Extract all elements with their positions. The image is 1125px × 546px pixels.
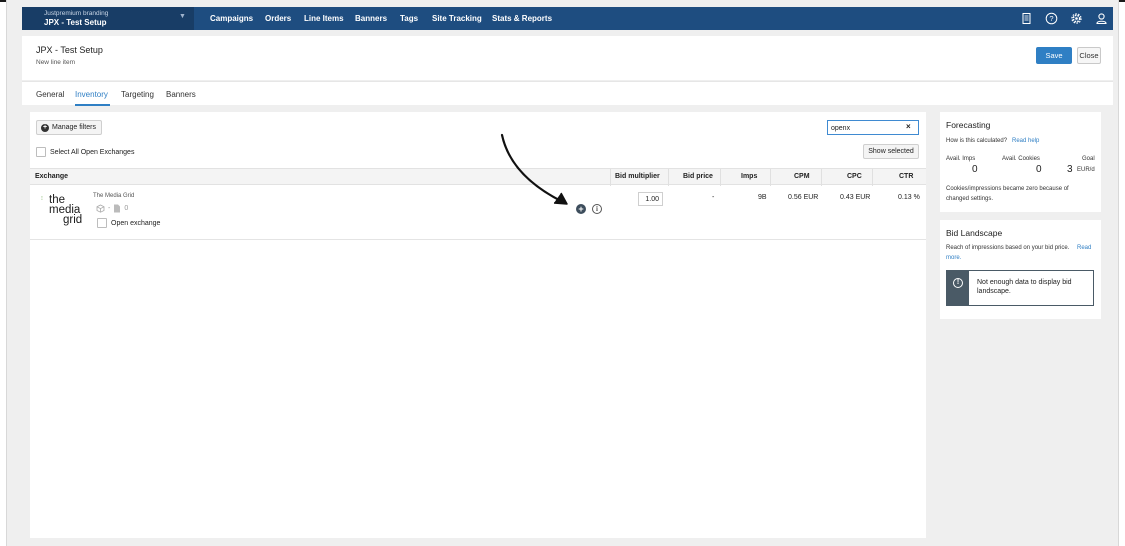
logo-text-3: grid [63,214,83,226]
inventory-panel: + Manage filters × Select All Open Excha… [30,112,926,538]
open-exchange-checkbox[interactable] [97,218,107,228]
svg-text:?: ? [1049,14,1053,23]
table-header: Exchange Bid multiplier Bid price Imps C… [30,168,926,186]
show-selected-button[interactable]: Show selected [863,144,919,159]
col-ctr[interactable]: CTR [899,173,913,180]
col-imps[interactable]: Imps [741,173,757,180]
info-icon: ! [953,278,963,288]
logo-dots: ⁝ [41,196,43,202]
nav-item-tags[interactable]: Tags [400,14,418,23]
forecast-note-1: Cookies/impressions became zero because … [946,186,1069,192]
exchange-name: The Media Grid [93,193,135,199]
active-tab-indicator [75,104,110,106]
bid-landscape-title: Bid Landscape [946,228,1003,238]
chevron-down-icon: ▼ [179,13,186,20]
col-bid-price[interactable]: Bid price [683,173,713,180]
cpc-value: 0.43 EUR [840,194,871,201]
tab-targeting[interactable]: Targeting [121,90,154,99]
page-title: JPX - Test Setup [36,45,103,55]
col-cpc[interactable]: CPC [847,173,862,180]
goal-value: 3 [1067,164,1073,175]
user-icon[interactable] [1095,12,1108,25]
search-box: × [827,120,919,135]
column-divider [821,169,822,186]
forecast-note-2: changed settings. [946,196,994,202]
cube-icon [96,204,105,213]
bid-landscape-card: Bid Landscape Reach of impressions based… [940,220,1101,319]
page-subtitle: New line item [36,59,76,66]
meta-count: 0 [124,205,129,212]
read-more-link-1[interactable]: Read [1077,245,1091,251]
tab-general[interactable]: General [36,90,64,99]
column-divider [668,169,669,186]
brand-subtitle: Justpremium branding [44,10,109,17]
goal-unit: EUR/d [1077,167,1095,173]
forecasting-title: Forecasting [946,120,991,130]
top-nav: Justpremium branding JPX - Test Setup ▼ … [22,7,1113,30]
avail-imps-value: 0 [972,164,978,175]
nav-item-campaigns[interactable]: Campaigns [210,14,253,23]
column-divider [610,169,611,186]
close-button[interactable]: Close [1077,47,1101,64]
bid-landscape-desc: Reach of impressions based on your bid p… [946,245,1070,251]
help-icon[interactable]: ? [1045,12,1058,25]
nav-item-line-items[interactable]: Line Items [304,14,344,23]
tab-bar: General Inventory Targeting Banners [22,81,1113,106]
plus-circle-icon: + [41,123,49,132]
tab-inventory[interactable]: Inventory [75,90,108,99]
col-exchange[interactable]: Exchange [35,173,68,180]
search-input[interactable] [831,123,901,133]
nav-item-orders[interactable]: Orders [265,14,291,23]
exchange-meta: - 0 [96,204,128,213]
tab-banners[interactable]: Banners [166,90,196,99]
meta-dash: - [108,205,111,212]
read-help-link[interactable]: Read help [1012,138,1039,144]
brand-title: JPX - Test Setup [44,18,107,27]
select-all-checkbox[interactable] [36,147,46,157]
bid-price-value: - [712,194,715,201]
cpm-value: 0.56 EUR [788,194,819,201]
how-calculated-text: How is this calculated? [946,138,1008,144]
avail-cookies-value: 0 [1036,164,1042,175]
select-all-label: Select All Open Exchanges [50,148,135,156]
col-cpm[interactable]: CPM [794,173,810,180]
clear-search-icon[interactable]: × [906,122,911,131]
column-divider [872,169,873,186]
account-switcher[interactable]: Justpremium branding JPX - Test Setup ▼ [22,7,194,30]
warning-text: Not enough data to display bid landscape… [977,279,1072,295]
column-divider [770,169,771,186]
save-button[interactable]: Save [1036,47,1072,64]
add-icon[interactable]: + [576,204,586,214]
document-icon[interactable] [1020,12,1033,25]
column-divider [720,169,721,186]
nav-item-banners[interactable]: Banners [355,14,387,23]
table-row: ⁝ the media grid The Media Grid - 0 Open… [30,185,926,240]
imps-value: 9B [758,194,767,201]
avail-imps-label: Avail. Imps [946,156,976,162]
select-all-open-exchanges[interactable]: Select All Open Exchanges [36,147,134,157]
annotation-arrow [500,133,568,205]
open-exchange-label: Open exchange [111,219,161,227]
gear-icon[interactable] [1070,12,1083,25]
col-bid-multiplier[interactable]: Bid multiplier [615,173,660,180]
warning-bar: ! [947,271,969,305]
file-icon [114,204,121,213]
media-grid-logo: ⁝ the media grid [40,194,90,228]
page-header: JPX - Test Setup New line item Save Clos… [22,36,1113,80]
avail-cookies-label: Avail. Cookies [1002,156,1040,162]
open-exchange-option[interactable]: Open exchange [97,218,160,228]
nav-item-stats-reports[interactable]: Stats & Reports [492,14,552,23]
goal-label: Goal [1082,156,1095,162]
bid-multiplier-input[interactable] [638,192,663,206]
ctr-value: 0.13 % [898,194,920,201]
info-icon[interactable]: i [592,204,602,214]
nav-item-site-tracking[interactable]: Site Tracking [432,14,482,23]
read-more-link-2[interactable]: more. [946,255,961,261]
manage-filters-button[interactable]: + Manage filters [36,120,102,135]
manage-filters-label: Manage filters [52,124,96,131]
bid-landscape-warning: ! Not enough data to display bid landsca… [946,270,1094,306]
forecasting-card: Forecasting How is this calculated? Read… [940,112,1101,212]
